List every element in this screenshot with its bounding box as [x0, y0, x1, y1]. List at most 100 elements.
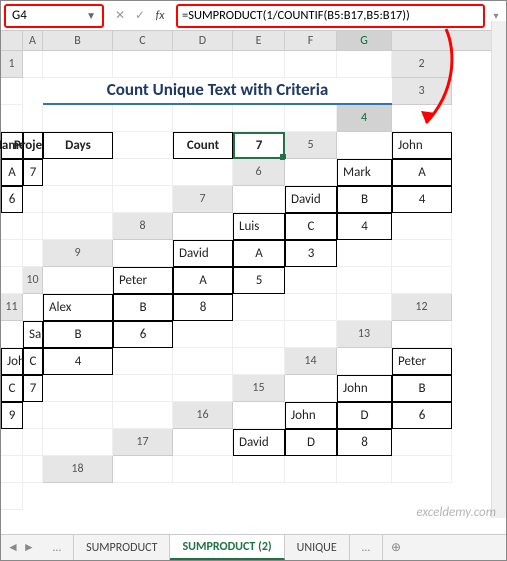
table-cell-name[interactable]: David [285, 186, 337, 213]
row-header[interactable]: 15 [233, 375, 285, 402]
table-cell-days[interactable]: 4 [337, 213, 392, 240]
table-cell-name[interactable]: John [337, 375, 392, 402]
cell[interactable] [392, 105, 452, 132]
tab-nav-arrows[interactable]: ◄ ► [1, 535, 41, 560]
table-cell-project[interactable]: B [392, 375, 452, 402]
cell[interactable] [23, 240, 43, 267]
cell[interactable] [392, 267, 452, 294]
cell[interactable] [285, 456, 337, 483]
cell[interactable] [23, 456, 43, 483]
table-cell-days[interactable]: 3 [285, 240, 337, 267]
row-header[interactable]: 13 [337, 321, 392, 348]
table-cell-days[interactable]: 5 [233, 267, 285, 294]
cell[interactable] [233, 186, 285, 213]
vertical-scrollbar[interactable] [491, 21, 506, 518]
cell[interactable] [43, 429, 113, 456]
col-header-a[interactable]: A [23, 31, 43, 50]
row-header[interactable]: 18 [43, 456, 113, 483]
row-header[interactable]: 14 [285, 348, 337, 375]
table-cell-project[interactable]: A [173, 267, 233, 294]
table-cell-name[interactable]: John [392, 132, 452, 159]
cell[interactable] [173, 213, 233, 240]
table-cell-project[interactable]: B [113, 294, 173, 321]
table-cell-name[interactable]: Peter [392, 348, 452, 375]
cell[interactable] [337, 132, 392, 159]
cell[interactable] [285, 105, 337, 132]
cell[interactable] [113, 51, 173, 78]
cell[interactable] [113, 159, 173, 186]
cell[interactable] [233, 51, 285, 78]
cell[interactable] [337, 348, 392, 375]
cell[interactable] [173, 375, 233, 402]
cell[interactable] [173, 456, 233, 483]
cell[interactable] [233, 321, 285, 348]
cell[interactable] [337, 51, 392, 78]
cell[interactable] [1, 267, 23, 294]
table-cell-days[interactable]: 8 [173, 294, 233, 321]
cell[interactable] [23, 51, 43, 78]
row-header[interactable]: 7 [173, 186, 233, 213]
cell[interactable] [113, 456, 173, 483]
select-all-corner[interactable] [1, 31, 23, 50]
row-header[interactable]: 11 [1, 294, 23, 321]
table-header-project[interactable]: Project [23, 132, 43, 159]
row-header[interactable]: 10 [23, 267, 43, 294]
cell[interactable] [392, 456, 452, 483]
formula-input[interactable]: =SUMPRODUCT(1/COUNTIF(B5:B17,B5:B17)) [176, 4, 485, 28]
table-cell-project[interactable]: C [285, 213, 337, 240]
cell[interactable] [1, 456, 23, 483]
fx-icon[interactable]: fx [150, 5, 170, 27]
count-value[interactable]: 7 [233, 132, 285, 159]
tab-overflow-right[interactable]: … [350, 535, 383, 560]
table-cell-name[interactable]: David [233, 429, 285, 456]
table-cell-days[interactable]: 6 [392, 402, 452, 429]
cell[interactable] [285, 267, 337, 294]
cell[interactable] [233, 348, 285, 375]
cell[interactable] [173, 348, 233, 375]
cell[interactable] [337, 240, 392, 267]
cell[interactable] [1, 240, 23, 267]
table-cell-project[interactable]: D [285, 429, 337, 456]
row-header[interactable]: 8 [113, 213, 173, 240]
table-cell-project[interactable]: A [392, 159, 452, 186]
tab-overflow-left[interactable]: … [41, 535, 74, 560]
table-cell-name[interactable]: Alex [43, 294, 113, 321]
table-cell-project[interactable]: A [233, 240, 285, 267]
cell[interactable] [337, 294, 392, 321]
cancel-formula-icon[interactable]: ✕ [110, 5, 130, 27]
cell[interactable] [285, 375, 337, 402]
cell[interactable] [285, 159, 337, 186]
cell[interactable] [173, 105, 233, 132]
row-header[interactable]: 16 [173, 402, 233, 429]
table-cell-project[interactable]: A [1, 159, 23, 186]
table-cell-name[interactable]: Sara [23, 321, 43, 348]
cell[interactable] [113, 402, 173, 429]
cell[interactable] [392, 429, 452, 456]
cell[interactable] [113, 105, 173, 132]
cell[interactable] [23, 429, 43, 456]
table-cell-project[interactable]: C [23, 348, 43, 375]
cell[interactable] [173, 321, 233, 348]
cell[interactable] [23, 186, 43, 213]
table-cell-project[interactable]: B [337, 186, 392, 213]
cell[interactable] [43, 375, 113, 402]
col-header-d[interactable]: D [173, 31, 233, 50]
table-cell-name[interactable]: Luis [233, 213, 285, 240]
cell[interactable] [233, 402, 285, 429]
cell[interactable] [43, 402, 113, 429]
cell[interactable] [1, 483, 23, 510]
accept-formula-icon[interactable]: ✓ [130, 5, 150, 27]
cell[interactable] [113, 240, 173, 267]
table-cell-days[interactable]: 6 [113, 321, 173, 348]
table-cell-days[interactable]: 4 [43, 348, 113, 375]
col-header-b[interactable]: B [43, 31, 113, 50]
cell[interactable] [113, 375, 173, 402]
table-cell-days[interactable]: 7 [23, 159, 43, 186]
cell[interactable] [43, 267, 113, 294]
table-cell-name[interactable]: David [173, 240, 233, 267]
col-header-f[interactable]: F [285, 31, 337, 50]
cell[interactable] [43, 105, 113, 132]
table-cell-days[interactable]: 6 [1, 186, 23, 213]
row-header[interactable]: 17 [113, 429, 173, 456]
cell[interactable] [43, 51, 113, 78]
